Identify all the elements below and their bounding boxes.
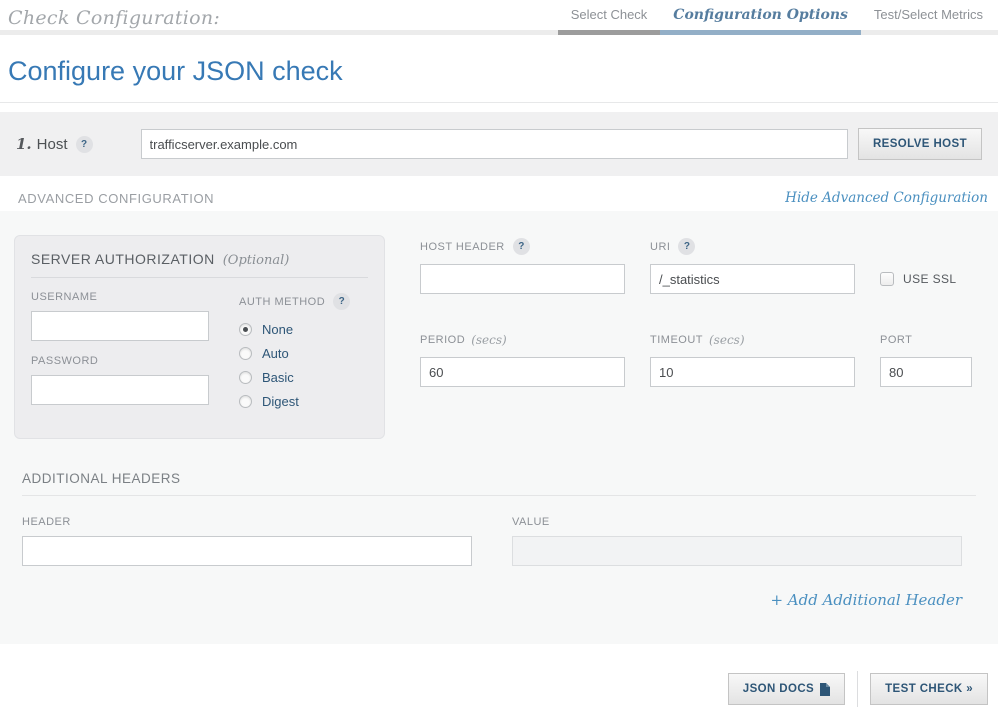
port-input[interactable] — [880, 357, 972, 387]
advanced-configuration-header: ADVANCED CONFIGURATION Hide Advanced Con… — [0, 176, 998, 211]
additional-headers-section: ADDITIONAL HEADERS HEADER VALUE + Add Ad… — [14, 471, 984, 610]
auth-method-label: AUTH METHOD — [239, 296, 325, 308]
advanced-configuration-title: ADVANCED CONFIGURATION — [18, 191, 214, 206]
footer-actions: JSON DOCS TEST CHECK » — [0, 644, 998, 707]
value-input[interactable] — [512, 536, 962, 566]
host-input[interactable] — [141, 129, 848, 159]
tab-test-select-metrics[interactable]: Test/Select Metrics — [861, 7, 996, 35]
use-ssl-label: USE SSL — [903, 272, 957, 286]
value-label: VALUE — [512, 516, 962, 528]
advanced-configuration-section: SERVER AUTHORIZATION (Optional) USERNAME… — [0, 211, 998, 644]
host-header-field-group: HOST HEADER ? — [420, 238, 650, 294]
period-unit: (secs) — [471, 333, 507, 347]
header: Check Configuration: Select Check Config… — [0, 0, 998, 35]
timeout-field-group: TIMEOUT (secs) — [650, 331, 880, 387]
tab-select-check[interactable]: Select Check — [558, 7, 661, 35]
value-field-group: VALUE — [512, 516, 962, 566]
uri-label: URI — [650, 241, 670, 253]
header-input[interactable] — [22, 536, 472, 566]
timeout-unit: (secs) — [709, 333, 745, 347]
host-help-icon[interactable]: ? — [76, 136, 93, 153]
uri-field-group: URI ? — [650, 238, 880, 294]
period-field-group: PERIOD (secs) — [420, 331, 650, 387]
server-authorization-header: SERVER AUTHORIZATION (Optional) — [31, 251, 368, 278]
host-header-input[interactable] — [420, 264, 625, 294]
header-label: HEADER — [22, 516, 472, 528]
radio-icon — [239, 395, 252, 408]
uri-input[interactable] — [650, 264, 855, 294]
host-row: 1. Host ? RESOLVE HOST — [0, 112, 998, 176]
host-label: 1. Host ? — [16, 135, 93, 153]
auth-method-radio-group: None Auto Basic Digest — [239, 322, 350, 409]
use-ssl-checkbox[interactable] — [880, 272, 894, 286]
password-label: PASSWORD — [31, 355, 211, 367]
button-divider — [857, 671, 858, 707]
server-authorization-title: SERVER AUTHORIZATION — [31, 251, 215, 267]
test-check-button[interactable]: TEST CHECK » — [870, 673, 988, 705]
radio-auth-digest[interactable]: Digest — [239, 394, 350, 409]
use-ssl-field-group: USE SSL — [880, 272, 984, 286]
radio-icon — [239, 323, 252, 336]
radio-icon — [239, 347, 252, 360]
password-field[interactable] — [31, 375, 209, 405]
add-additional-header-link[interactable]: + Add Additional Header — [770, 591, 962, 609]
timeout-input[interactable] — [650, 357, 855, 387]
timeout-label: TIMEOUT — [650, 334, 703, 346]
page-title: Configure your JSON check — [0, 35, 998, 103]
hide-advanced-configuration-link[interactable]: Hide Advanced Configuration — [785, 190, 988, 206]
json-docs-label: JSON DOCS — [743, 683, 814, 695]
host-header-help-icon[interactable]: ? — [513, 238, 530, 255]
host-step-number: 1. — [16, 135, 32, 153]
host-header-label: HOST HEADER — [420, 241, 505, 253]
request-options: HOST HEADER ? URI ? USE SSL — [420, 235, 984, 387]
json-docs-button[interactable]: JSON DOCS — [728, 673, 845, 705]
period-input[interactable] — [420, 357, 625, 387]
port-label: PORT — [880, 334, 912, 346]
period-label: PERIOD — [420, 334, 465, 346]
auth-method-help-icon[interactable]: ? — [333, 293, 350, 310]
wizard-tabs: Select Check Configuration Options Test/… — [558, 7, 996, 35]
host-label-text: Host — [37, 136, 68, 153]
username-label: USERNAME — [31, 291, 211, 303]
radio-auth-auto[interactable]: Auto — [239, 346, 350, 361]
username-field[interactable] — [31, 311, 209, 341]
radio-auth-none[interactable]: None — [239, 322, 350, 337]
header-field-group: HEADER — [22, 516, 472, 566]
radio-auth-basic[interactable]: Basic — [239, 370, 350, 385]
radio-icon — [239, 371, 252, 384]
resolve-host-button[interactable]: RESOLVE HOST — [858, 128, 982, 160]
uri-help-icon[interactable]: ? — [678, 238, 695, 255]
optional-label: (Optional) — [223, 253, 290, 268]
additional-headers-title: ADDITIONAL HEADERS — [22, 471, 976, 496]
tab-configuration-options[interactable]: Configuration Options — [660, 7, 861, 35]
document-icon — [820, 683, 830, 696]
server-authorization-panel: SERVER AUTHORIZATION (Optional) USERNAME… — [14, 235, 385, 439]
port-field-group: PORT — [880, 331, 984, 387]
window-title: Check Configuration: — [8, 7, 220, 29]
